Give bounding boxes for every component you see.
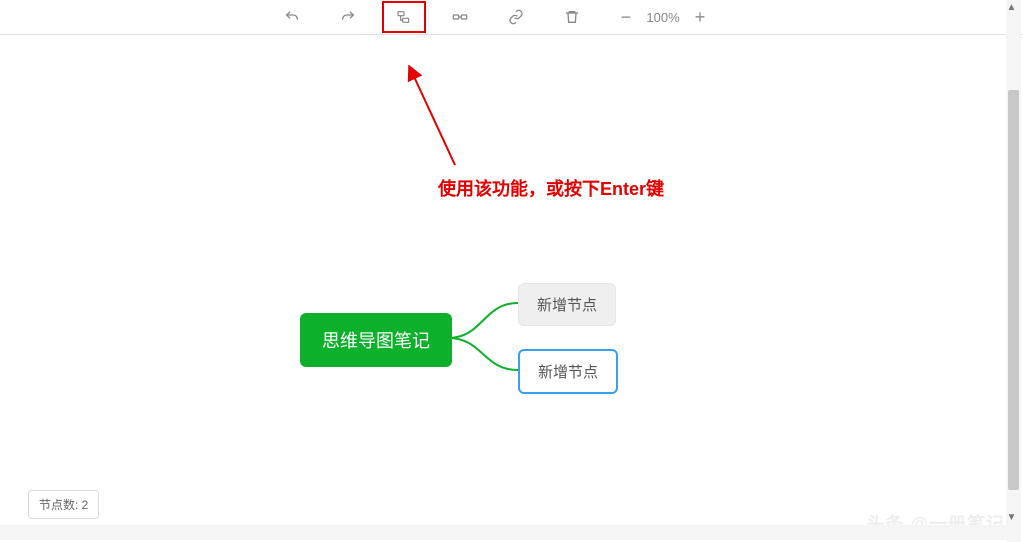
add-sibling-node-button[interactable] — [382, 1, 426, 33]
mindmap-child-node-selected[interactable]: 新增节点 — [518, 349, 618, 394]
link-button[interactable] — [494, 1, 538, 33]
mindmap-child-node[interactable]: 新增节点 — [518, 283, 616, 326]
vertical-scrollbar[interactable]: ▲ ▼ — [1006, 0, 1021, 542]
scroll-up-arrow[interactable]: ▲ — [1004, 0, 1019, 15]
mindmap-root-node[interactable]: 思维导图笔记 — [300, 313, 452, 367]
zoom-out-button[interactable]: − — [614, 5, 638, 29]
node-count-badge: 节点数: 2 — [28, 490, 99, 519]
delete-button[interactable] — [550, 1, 594, 33]
annotation-arrow — [405, 65, 465, 175]
scroll-down-arrow[interactable]: ▼ — [1004, 510, 1019, 525]
undo-button[interactable] — [270, 1, 314, 33]
scrollbar-thumb[interactable] — [1008, 90, 1019, 490]
toolbar: − 100% + — [0, 0, 1023, 35]
horizontal-scrollbar[interactable] — [0, 525, 1006, 540]
zoom-controls: − 100% + — [614, 5, 712, 29]
mindmap-canvas[interactable]: 使用该功能，或按下Enter键 思维导图笔记 新增节点 新增节点 — [0, 35, 1023, 542]
annotation-text: 使用该功能，或按下Enter键 — [438, 175, 664, 201]
add-child-node-button[interactable] — [438, 1, 482, 33]
mindmap-connectors — [448, 283, 523, 393]
zoom-level: 100% — [644, 10, 682, 25]
redo-button[interactable] — [326, 1, 370, 33]
zoom-in-button[interactable]: + — [688, 5, 712, 29]
